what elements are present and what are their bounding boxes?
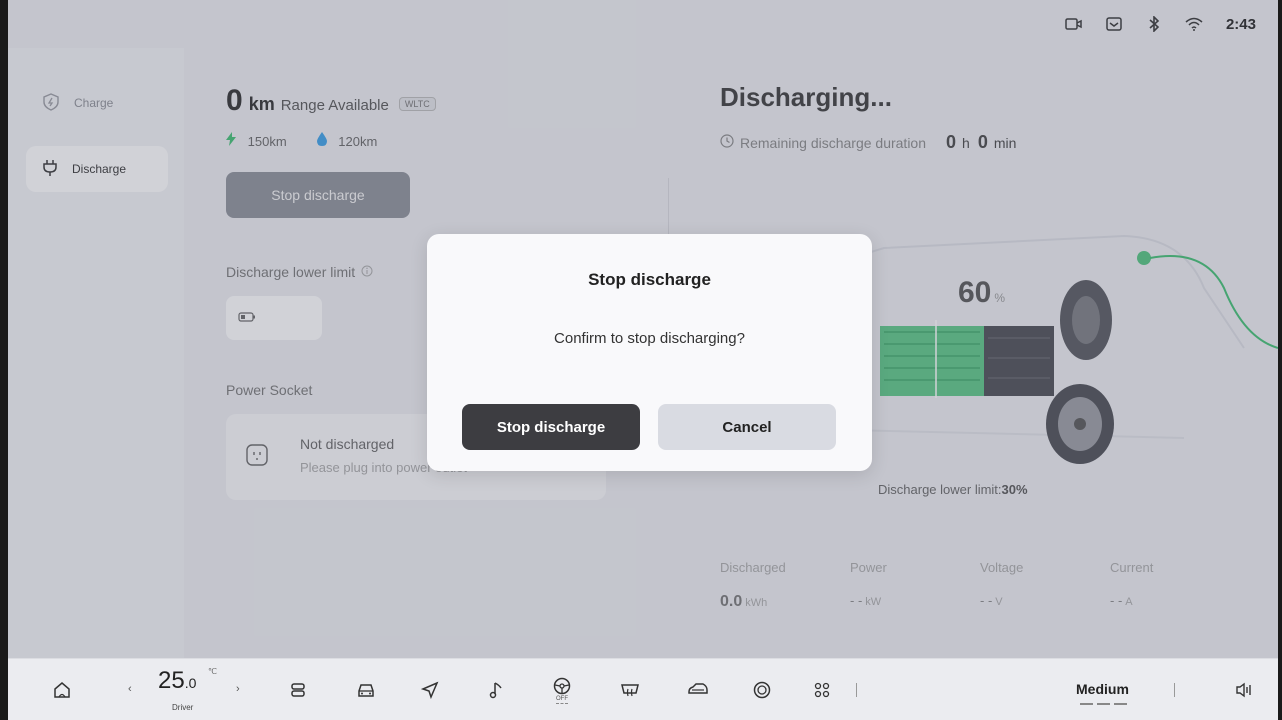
temperature-value: 25.0 [158, 667, 196, 695]
fan-speed-indicator [1080, 703, 1128, 705]
confirm-stop-discharge-button[interactable]: Stop discharge [462, 404, 640, 450]
screen-bezel-left [0, 0, 8, 720]
dock-separator [1174, 683, 1175, 697]
bottom-dock: ‹ 25.0 ℃ Driver › OFF Medium [8, 658, 1278, 720]
car-icon[interactable] [348, 659, 384, 720]
temp-unit: ℃ [208, 667, 217, 676]
rear-defrost-icon[interactable] [612, 659, 648, 720]
cancel-button[interactable]: Cancel [658, 404, 836, 450]
steering-wheel-heat-icon[interactable]: OFF [538, 659, 586, 720]
car-side-icon[interactable] [680, 659, 716, 720]
home-icon[interactable] [44, 659, 80, 720]
dock-separator [856, 683, 857, 697]
music-icon[interactable] [478, 659, 514, 720]
temp-integer: 25 [158, 667, 185, 694]
dialog-message: Confirm to stop discharging? [554, 330, 745, 347]
screen-bezel-right [1278, 0, 1282, 720]
volume-icon[interactable] [1226, 659, 1262, 720]
temp-decimal: .0 [184, 675, 197, 691]
apps-icon[interactable] [804, 659, 840, 720]
defrost-label: OFF [556, 695, 568, 704]
target-icon[interactable] [744, 659, 780, 720]
temp-down-icon[interactable]: ‹ [128, 683, 132, 695]
seat-icon[interactable] [280, 659, 316, 720]
temp-up-icon[interactable]: › [236, 683, 240, 695]
fan-speed-level[interactable]: Medium [1076, 681, 1129, 697]
navigation-icon[interactable] [412, 659, 448, 720]
dialog-title: Stop discharge [588, 270, 711, 289]
stop-discharge-dialog: Stop discharge Confirm to stop dischargi… [427, 234, 872, 471]
temp-zone: Driver [172, 703, 194, 712]
